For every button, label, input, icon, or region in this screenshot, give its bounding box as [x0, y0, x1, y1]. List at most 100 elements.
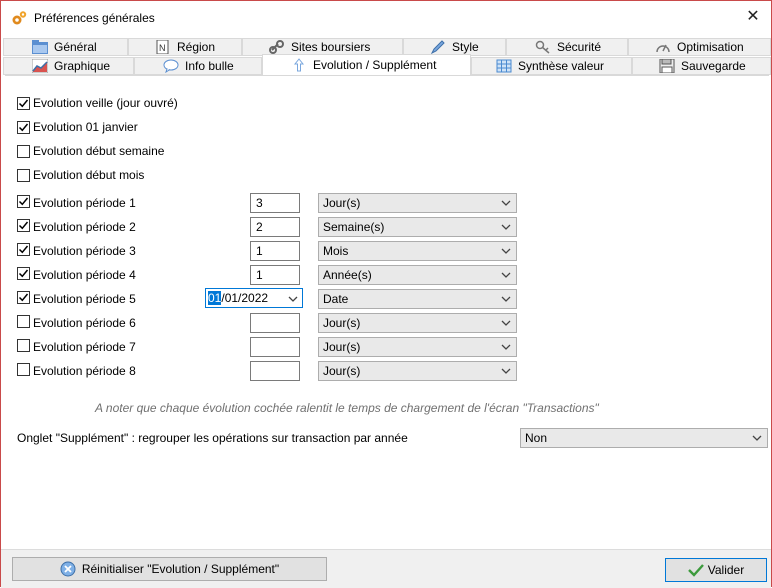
map-icon: N — [155, 39, 171, 55]
date-rest: /01/2022 — [221, 291, 269, 305]
tab-label: Sites boursiers — [291, 40, 371, 54]
note-text: A noter que chaque évolution cochée rale… — [95, 401, 599, 415]
period-unit-select[interactable]: Semaine(s) — [318, 217, 517, 237]
supplement-label: Onglet "Supplément" : regrouper les opér… — [17, 431, 408, 445]
reset-button[interactable]: Réinitialiser "Evolution / Supplément" — [12, 557, 327, 581]
period-value-input[interactable]: 1 — [250, 265, 300, 285]
period-label: Evolution période 1 — [33, 196, 136, 210]
option-checkbox[interactable] — [17, 121, 30, 134]
period-value-input[interactable] — [250, 337, 300, 357]
period-checkbox[interactable] — [17, 363, 30, 376]
link-icon — [269, 40, 285, 54]
period-unit-select[interactable]: Année(s) — [318, 265, 517, 285]
period-unit-select[interactable]: Jour(s) — [318, 193, 517, 213]
tab-info-bulle[interactable]: Info bulle — [134, 57, 262, 75]
period-value-input[interactable]: 2 — [250, 217, 300, 237]
chevron-down-icon[interactable] — [288, 293, 298, 307]
option-label: Evolution 01 janvier — [33, 120, 138, 134]
speech-bubble-icon — [163, 59, 179, 74]
period-label: Evolution période 6 — [33, 316, 136, 330]
grid-icon — [496, 59, 512, 73]
period-unit-select[interactable]: Jour(s) — [318, 361, 517, 381]
pen-icon — [430, 40, 446, 55]
period-value-input[interactable] — [250, 313, 300, 333]
arrow-up-icon — [291, 58, 307, 72]
tab-label: Sauvegarde — [681, 59, 746, 73]
cancel-circle-icon — [60, 561, 76, 577]
period-value-input[interactable] — [250, 361, 300, 381]
option-checkbox[interactable] — [17, 97, 30, 110]
tab-label: Info bulle — [185, 59, 234, 73]
gauge-icon — [655, 40, 671, 54]
tab-label: Sécurité — [557, 40, 602, 54]
chevron-down-icon — [501, 293, 511, 303]
period-label: Evolution période 4 — [33, 268, 136, 282]
period-unit-select[interactable]: Jour(s) — [318, 313, 517, 333]
option-label: Evolution veille (jour ouvré) — [33, 96, 178, 110]
tab-label: Synthèse valeur — [518, 59, 605, 73]
option-label: Evolution début mois — [33, 168, 145, 182]
period-unit-value: Mois — [323, 244, 349, 258]
period-checkbox[interactable] — [17, 219, 30, 232]
tab-label: Région — [177, 40, 216, 54]
tab-general[interactable]: Général — [3, 38, 128, 56]
period-unit-select[interactable]: Mois — [318, 241, 517, 261]
period-unit-value: Jour(s) — [323, 364, 361, 378]
tab-synthese-valeur[interactable]: Synthèse valeur — [471, 57, 632, 75]
tab-label: Général — [54, 40, 97, 54]
chevron-down-icon — [752, 432, 762, 442]
tab-label: Evolution / Supplément — [313, 58, 437, 72]
supplement-value: Non — [525, 431, 548, 445]
period-value-input[interactable]: 1 — [250, 241, 300, 261]
option-label: Evolution début semaine — [33, 144, 165, 158]
period-value-input[interactable]: 3 — [250, 193, 300, 213]
close-icon[interactable]: ✕ — [743, 7, 763, 27]
validate-button[interactable]: Valider — [665, 558, 767, 582]
validate-button-label: Valider — [707, 563, 745, 577]
tab-evolution-supplement[interactable]: Evolution / Supplément — [262, 54, 471, 76]
period-checkbox[interactable] — [17, 339, 30, 352]
period-label: Evolution période 3 — [33, 244, 136, 258]
chevron-down-icon — [501, 365, 511, 375]
tab-region[interactable]: N Région — [128, 38, 242, 56]
chevron-down-icon — [501, 245, 511, 255]
chevron-down-icon — [501, 269, 511, 279]
date-picker[interactable]: 01/01/2022 — [205, 288, 303, 308]
tab-optimisation[interactable]: Optimisation — [628, 38, 771, 56]
window-title: Préférences générales — [34, 11, 155, 25]
period-checkbox[interactable] — [17, 267, 30, 280]
chevron-down-icon — [501, 341, 511, 351]
tab-securite[interactable]: Sécurité — [506, 38, 628, 56]
title-bar: Préférences générales ✕ — [1, 1, 771, 35]
date-day: 01 — [208, 291, 222, 305]
period-unit-select[interactable]: Jour(s) — [318, 337, 517, 357]
check-icon — [687, 563, 704, 577]
period-checkbox[interactable] — [17, 195, 30, 208]
tab-graphique[interactable]: Graphique — [3, 57, 134, 75]
chevron-down-icon — [501, 317, 511, 327]
supplement-select[interactable]: Non — [520, 428, 768, 448]
period-unit-select[interactable]: Date — [318, 289, 517, 309]
period-unit-value: Jour(s) — [323, 340, 361, 354]
folder-icon — [32, 40, 48, 54]
svg-text:N: N — [159, 43, 166, 53]
tab-label: Graphique — [54, 59, 111, 73]
option-checkbox[interactable] — [17, 169, 30, 182]
period-unit-value: Jour(s) — [323, 316, 361, 330]
tab-label: Optimisation — [677, 40, 744, 54]
period-checkbox[interactable] — [17, 315, 30, 328]
period-label: Evolution période 7 — [33, 340, 136, 354]
period-unit-value: Date — [323, 292, 349, 306]
tab-label: Style — [452, 40, 479, 54]
preferences-window: Préférences générales ✕ Général N Région… — [0, 0, 772, 588]
chevron-down-icon — [501, 221, 511, 231]
period-checkbox[interactable] — [17, 291, 30, 304]
chevron-down-icon — [501, 197, 511, 207]
period-unit-value: Jour(s) — [323, 196, 361, 210]
period-unit-value: Année(s) — [323, 268, 372, 282]
period-label: Evolution période 8 — [33, 364, 136, 378]
tab-sauvegarde[interactable]: Sauvegarde — [632, 57, 771, 75]
period-checkbox[interactable] — [17, 243, 30, 256]
chart-icon — [31, 58, 49, 74]
option-checkbox[interactable] — [17, 145, 30, 158]
